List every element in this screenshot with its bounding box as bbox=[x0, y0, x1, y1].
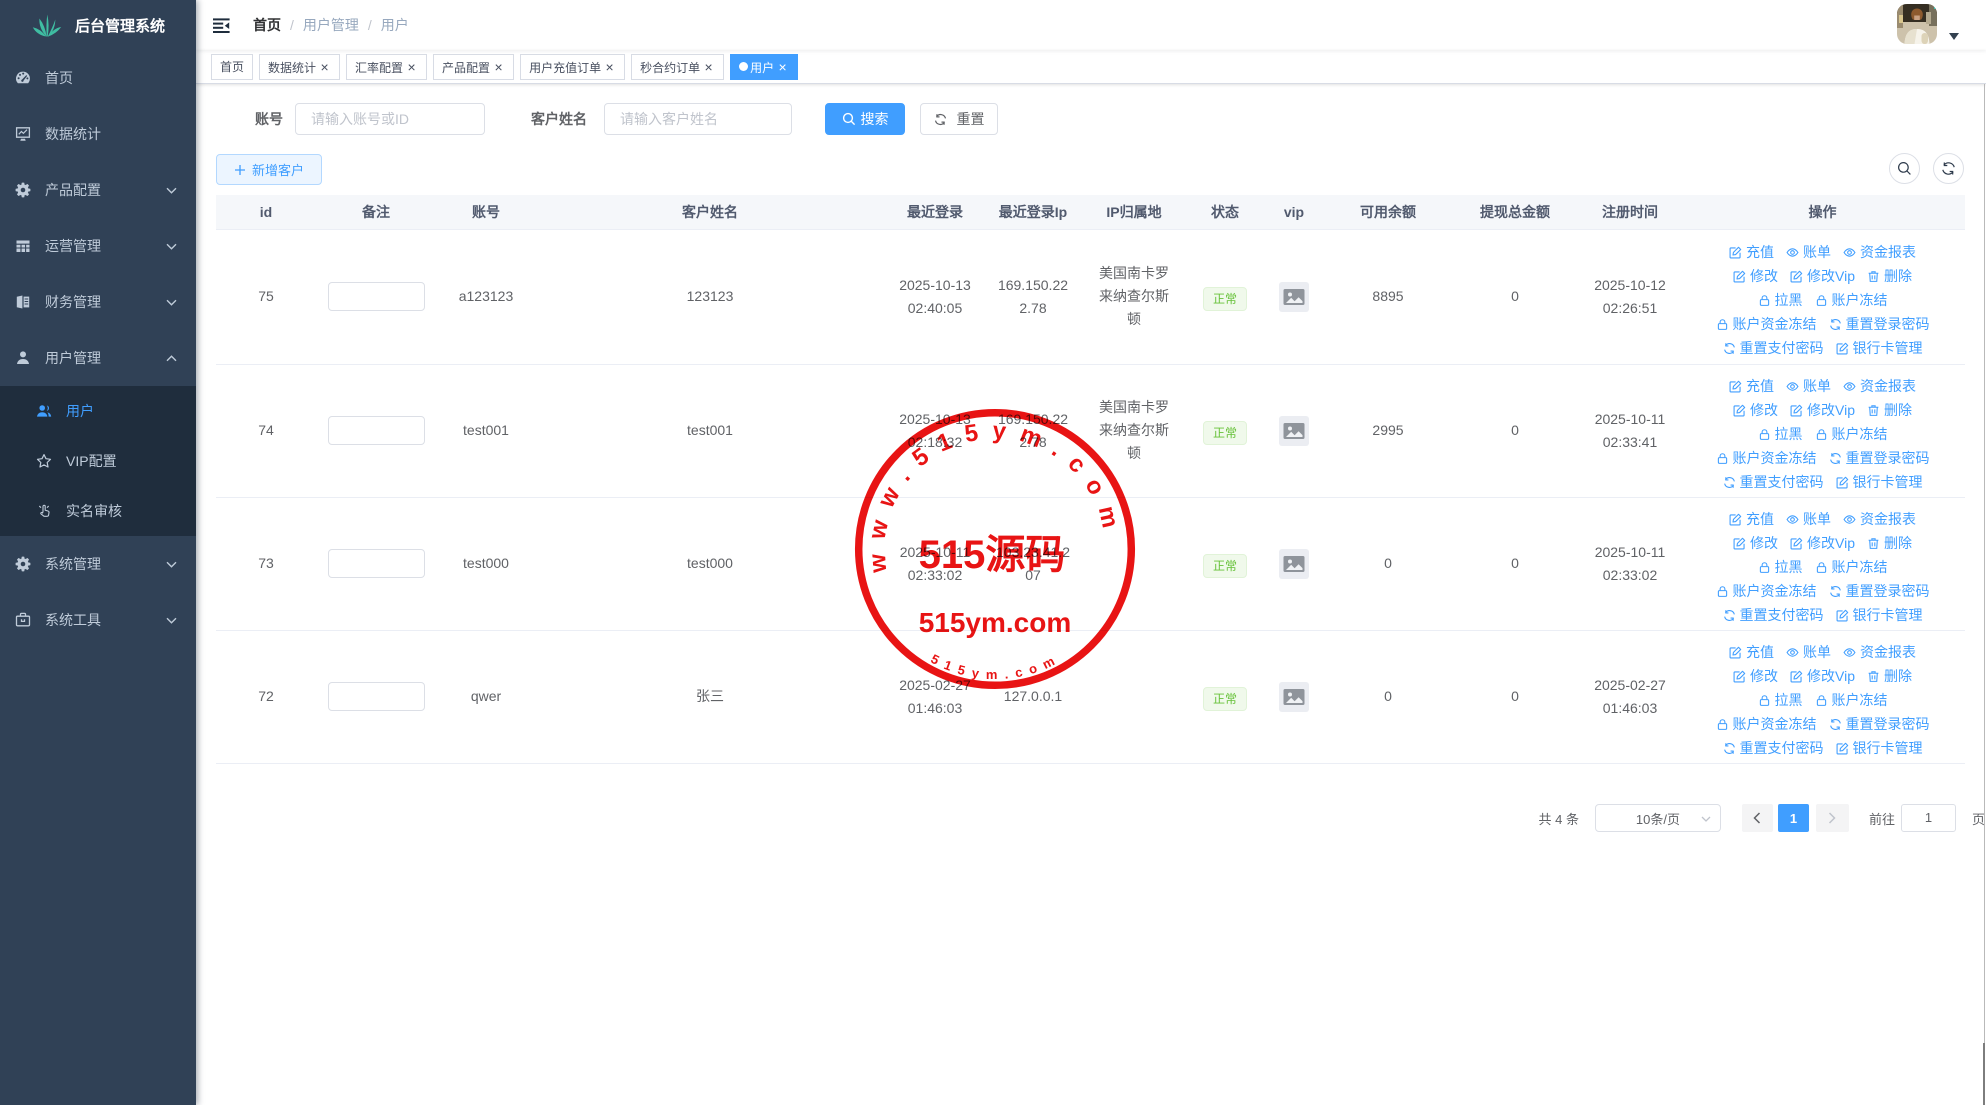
svg-text:515源码: 515源码 bbox=[919, 533, 1066, 577]
svg-text:515ym.com: 515ym.com bbox=[919, 607, 1072, 638]
